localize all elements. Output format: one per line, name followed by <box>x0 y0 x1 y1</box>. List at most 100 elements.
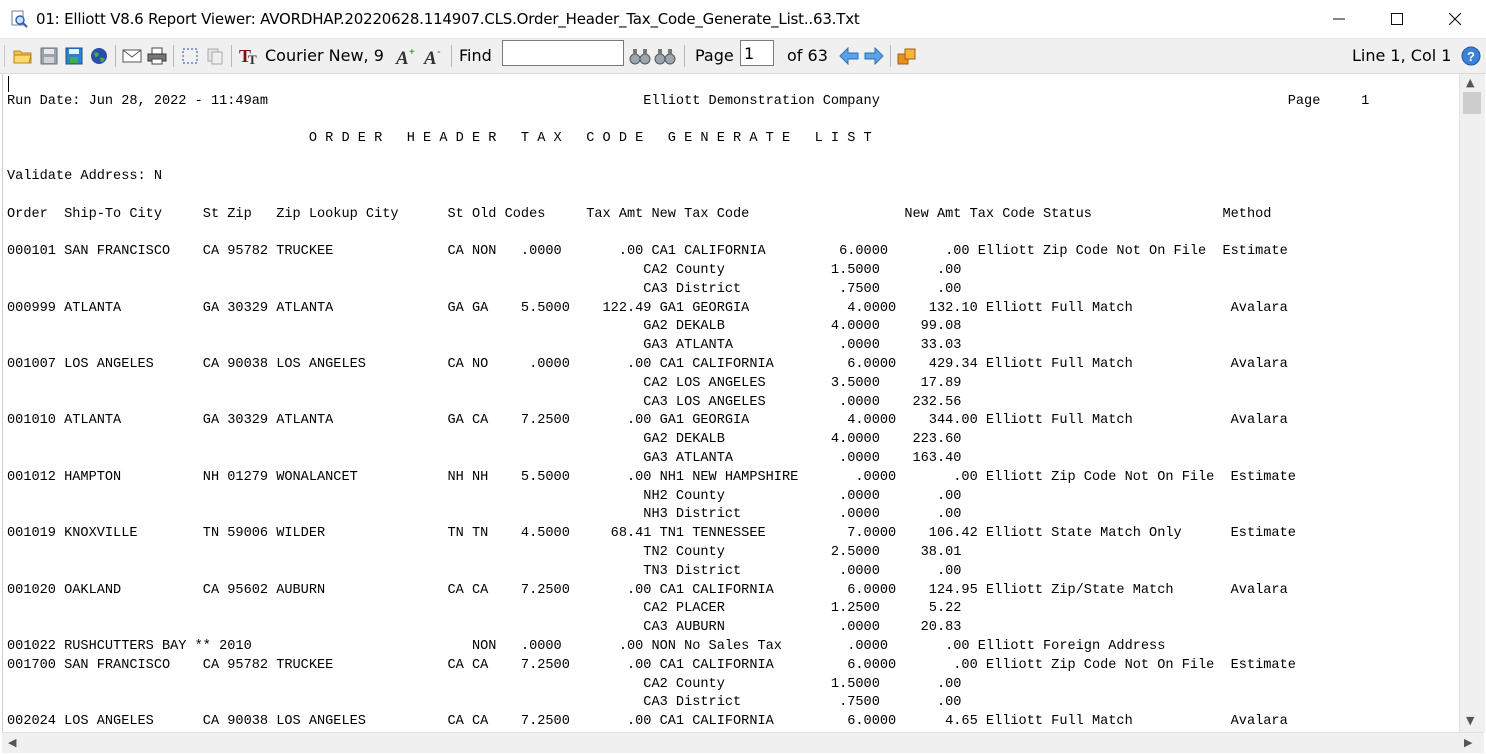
window-title: 01: Elliott V8.6 Report Viewer: AVORDHAP… <box>36 10 860 28</box>
close-icon <box>1449 13 1461 25</box>
horizontal-scrollbar[interactable]: ◀ ▶ <box>2 732 1484 753</box>
page-count: of 63 <box>787 46 828 65</box>
print-button[interactable] <box>146 45 168 67</box>
report-line: CA2 PLACER 1.2500 5.22 <box>7 601 962 617</box>
previous-page-button[interactable] <box>838 45 860 67</box>
report-line: 001012 HAMPTON NH 01279 WONALANCET NH NH… <box>7 469 1296 485</box>
svg-text:-: - <box>437 46 441 58</box>
report-line: TN2 County 2.5000 38.01 <box>7 545 962 560</box>
select-all-button[interactable] <box>179 45 201 67</box>
report-line: CA2 County 1.5000 .00 <box>7 263 962 278</box>
report-line: Order Ship-To City St Zip Zip Lookup Cit… <box>7 206 1272 222</box>
svg-text:?: ? <box>1467 49 1475 64</box>
minimize-button[interactable] <box>1310 0 1368 38</box>
report-line: CA3 District .7500 .00 <box>7 281 962 297</box>
find-input[interactable] <box>502 40 624 66</box>
export-boxes-icon <box>897 48 916 65</box>
select-icon <box>182 48 198 64</box>
report-line: 001019 KNOXVILLE TN 59006 WILDER TN TN 4… <box>7 526 1296 542</box>
report-line: GA2 DEKALB 4.0000 223.60 <box>7 432 962 448</box>
text-cursor <box>8 76 9 92</box>
report-line: CA3 AUBURN .0000 20.83 <box>7 620 962 636</box>
save-green-icon <box>65 47 83 65</box>
toolbar-grip <box>4 45 5 67</box>
report-line: CA2 LOS ANGELES 3.5000 17.89 <box>7 375 962 391</box>
envelope-icon <box>122 49 142 63</box>
svg-text:A: A <box>423 48 437 66</box>
report-line: 001022 RUSHCUTTERS BAY ** 2010 NON .0000… <box>7 639 1166 654</box>
scroll-left-icon[interactable]: ◀ <box>8 736 16 749</box>
find-label: Find <box>459 46 492 65</box>
cursor-position: Line 1, Col 1 <box>1352 46 1452 65</box>
printer-icon <box>147 47 167 65</box>
increase-font-button[interactable]: A + <box>394 45 418 67</box>
report-line: O R D E R H E A D E R T A X C O D E G E … <box>7 131 872 147</box>
report-line: NH2 County .0000 .00 <box>7 488 962 504</box>
scroll-up-icon[interactable]: ▲ <box>1466 76 1474 89</box>
binoculars-icon <box>654 49 676 65</box>
report-line: 001010 ATLANTA GA 30329 ATLANTA GA CA 7.… <box>7 413 1288 429</box>
minimize-icon <box>1333 18 1345 20</box>
report-line: CA3 District .7500 .00 <box>7 695 962 711</box>
report-line: 001700 SAN FRANCISCO CA 95782 TRUCKEE CA… <box>7 657 1296 673</box>
toolbar-separator <box>173 45 174 67</box>
font-label[interactable]: Courier New, 9 <box>265 46 384 65</box>
save-button[interactable] <box>38 45 60 67</box>
close-button[interactable] <box>1426 0 1484 38</box>
find-next-button[interactable] <box>628 45 652 67</box>
next-page-button[interactable] <box>863 45 885 67</box>
report-text-area[interactable]: Run Date: Jun 28, 2022 - 11:49am Elliott… <box>2 74 1459 732</box>
toolbar-separator <box>684 45 685 67</box>
arrow-left-icon <box>839 47 859 65</box>
svg-text:T: T <box>248 52 257 66</box>
svg-text:+: + <box>409 47 415 58</box>
globe-icon <box>91 48 107 64</box>
report-line: 001020 OAKLAND CA 95602 AUBURN CA CA 7.2… <box>7 582 1288 598</box>
report-line: NH3 District .0000 .00 <box>7 507 962 523</box>
maximize-icon <box>1391 13 1403 25</box>
arrow-right-icon <box>864 47 884 65</box>
svg-text:A: A <box>395 48 409 66</box>
font-increase-icon: A + <box>395 47 415 66</box>
find-previous-button[interactable] <box>653 45 677 67</box>
maximize-button[interactable] <box>1368 0 1426 38</box>
report-viewer-icon <box>11 10 28 28</box>
open-folder-button[interactable] <box>12 45 34 67</box>
scroll-right-icon[interactable]: ▶ <box>1464 736 1472 749</box>
page-label: Page <box>695 46 734 65</box>
font-button[interactable]: TT <box>237 45 261 67</box>
save-disk-icon <box>40 47 58 65</box>
report-line: Validate Address: N <box>7 169 162 184</box>
report-line: CA3 LOS ANGELES .0000 232.56 <box>7 394 962 410</box>
report-line: GA3 ATLANTA .0000 33.03 <box>7 338 962 354</box>
toolbar-separator <box>451 45 452 67</box>
help-button[interactable]: ? <box>1460 45 1482 67</box>
report-line: 002024 LOS ANGELES CA 90038 LOS ANGELES … <box>7 714 1288 730</box>
help-icon: ? <box>1461 46 1481 66</box>
font-tt-icon: TT <box>239 46 257 66</box>
decrease-font-button[interactable]: A- <box>422 45 446 67</box>
toolbar-separator <box>890 45 891 67</box>
web-button[interactable] <box>88 45 110 67</box>
report-line: 000999 ATLANTA GA 30329 ATLANTA GA GA 5.… <box>7 300 1288 316</box>
scroll-thumb[interactable] <box>1463 92 1481 114</box>
report-line: TN3 District .0000 .00 <box>7 563 962 579</box>
open-folder-icon <box>13 50 32 64</box>
export-button[interactable] <box>895 45 919 67</box>
toolbar-separator <box>231 45 232 67</box>
copy-button[interactable] <box>204 45 226 67</box>
font-decrease-icon: A- <box>423 46 441 66</box>
report-line: GA3 ATLANTA .0000 163.40 <box>7 451 962 466</box>
report-line: Run Date: Jun 28, 2022 - 11:49am Elliott… <box>7 93 1370 109</box>
binoculars-icon <box>629 49 651 65</box>
report-line: 001007 LOS ANGELES CA 90038 LOS ANGELES … <box>7 357 1288 372</box>
email-button[interactable] <box>121 45 143 67</box>
report-line: CA2 County 1.5000 .00 <box>7 676 962 692</box>
save-as-button[interactable] <box>63 45 85 67</box>
report-line: 000101 SAN FRANCISCO CA 95782 TRUCKEE CA… <box>7 244 1288 260</box>
scroll-down-icon[interactable]: ▼ <box>1466 714 1474 727</box>
page-number-input[interactable] <box>740 40 774 66</box>
vertical-scrollbar[interactable]: ▲ ▼ <box>1459 74 1485 732</box>
report-line: GA2 DEKALB 4.0000 99.08 <box>7 319 962 335</box>
title-bar: 01: Elliott V8.6 Report Viewer: AVORDHAP… <box>0 0 1486 38</box>
